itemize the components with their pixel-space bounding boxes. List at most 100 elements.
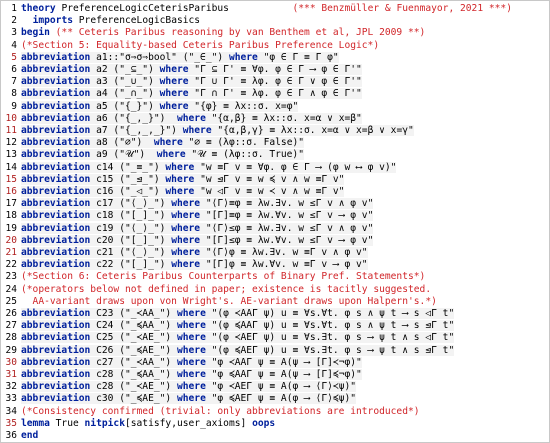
code-line[interactable]: 9 abbreviation a5 ("{_}") where "{φ} ≡ λx… xyxy=(1,100,549,113)
line-number: 1 xyxy=(1,3,17,15)
code-line[interactable]: 13 abbreviation a9 ("𝒰") where "𝒰 ≡ (λφ::… xyxy=(1,149,549,162)
code-line[interactable]: 23 (*Section 6: Ceteris Paribus Counterpa… xyxy=(1,271,549,284)
code-line[interactable]: 33 abbreviation c30 ("_≼AE_") where "φ ≼A… xyxy=(1,393,549,406)
code-line[interactable]: 7 abbreviation a3 ("_∪_") where "Γ ∪ Γ' ≡… xyxy=(1,76,549,89)
keyword: where xyxy=(156,149,192,161)
code-line[interactable]: 17 abbreviation c17 ("⟨_⟩_") where "⟨Γ⟩≡φ… xyxy=(1,198,549,211)
code-line[interactable]: 2 imports PreferenceLogicBasics xyxy=(1,15,549,28)
code-text: "w ◁Γ v ≡ w ≺ v ∧ w ≡Γ v" xyxy=(200,186,345,197)
comment: (*Section 5: Equality-based Ceteris Pari… xyxy=(21,39,380,51)
code-line[interactable]: 34 (*Consistency confirmed (trivial: only… xyxy=(1,405,549,418)
line-number: 9 xyxy=(1,100,17,113)
code-line[interactable]: 31 abbreviation c28 ("_≼AA_") where "φ ≼A… xyxy=(1,369,549,381)
line-number: 20 xyxy=(1,234,17,247)
code-text: "w ⊴Γ v ≡ w ≼ v ∧ w ≡Γ v" xyxy=(200,173,345,185)
code-line[interactable]: 1 theory PreferenceLogicCeterisParibus (*… xyxy=(1,3,549,15)
keyword: where xyxy=(159,100,195,112)
code-text: c14 ("_≡_") xyxy=(96,161,166,173)
keyword: where xyxy=(165,173,201,185)
keyword: where xyxy=(176,369,212,380)
code-text: "φ ≼AEΓ ψ ≡ A(φ ⟶ ⟨Γ⟩≼ψ)" xyxy=(211,393,357,405)
code-text: PreferenceLogicCeterisParibus xyxy=(61,3,229,14)
code-text: c18 ("[_]_") xyxy=(96,210,172,222)
code-text: a1::"σ⇒σ⇒bool" ("_∈_") xyxy=(96,51,229,63)
code-line[interactable]: 10 abbreviation a6 ("{_,_}") where "{α,β}… xyxy=(1,112,549,125)
code-line[interactable]: 12 abbreviation a8 ("∅") where "∅ ≡ (λφ::… xyxy=(1,137,549,150)
code-line[interactable]: 27 abbreviation C24 ("_≼AA_") where "(φ ≼… xyxy=(1,320,549,333)
code-line[interactable]: 15 abbreviation c15 ("_⊴_") where "w ⊴Γ v… xyxy=(1,173,549,186)
line-number: 29 xyxy=(1,344,17,357)
code-line[interactable]: 25 AA-variant draws upon von Wright's. A… xyxy=(1,295,549,308)
code-text: True xyxy=(55,417,85,429)
code-content: abbreviation a7 ("{_,_,_}") where "{α,β,… xyxy=(21,125,549,137)
code-text: c28 ("_≼AA_") xyxy=(96,369,177,380)
code-content: abbreviation c21 ("⟨_⟩_") where "⟨Γ⟩φ ≡ … xyxy=(21,247,549,259)
code-line[interactable]: 26 abbreviation C23 ("_≺AA_") where "(φ ≺… xyxy=(1,308,549,320)
code-text: "∅ ≡ (λφ::σ. False)" xyxy=(188,137,305,149)
line-number: 13 xyxy=(1,149,17,162)
code-line[interactable]: 20 abbreviation c20 ("[_]_") where "[Γ]≤φ… xyxy=(1,234,549,247)
line-number: 7 xyxy=(1,76,17,89)
code-line[interactable]: 24 (*operators below not defined in paper… xyxy=(1,283,549,296)
theory-editor[interactable]: 1 theory PreferenceLogicCeterisParibus (*… xyxy=(0,0,550,443)
line-number: 34 xyxy=(1,405,17,418)
code-content: abbreviation a2 ("_⊆_") where "Γ ⊆ Γ' ≡ … xyxy=(21,64,549,76)
code-line[interactable]: 8 abbreviation a4 ("_∩_") where "Γ ∩ Γ' ≡… xyxy=(1,88,549,101)
code-content: (*Section 6: Ceteris Paribus Counterpart… xyxy=(21,271,549,283)
code-line[interactable]: 22 abbreviation c22 ("[_]_") where "[Γ]φ … xyxy=(1,259,549,272)
keyword: abbreviation xyxy=(21,210,97,222)
keyword: where xyxy=(159,88,195,100)
code-line[interactable]: 11 abbreviation a7 ("{_,_,_}") where "{α,… xyxy=(1,125,549,137)
code-line[interactable]: 18 abbreviation c18 ("[_]_") where "[Γ]≡φ… xyxy=(1,210,549,223)
code-text: "Γ ⊆ Γ' ≡ ∀φ. φ ∈ Γ ⟶ φ ∈ Γ'" xyxy=(194,64,362,75)
code-line[interactable]: 14 abbreviation c14 ("_≡_") where "w ≡Γ v… xyxy=(1,161,549,174)
code-line[interactable]: 29 abbreviation C26 ("_≼AE_") where "(φ ≼… xyxy=(1,344,549,357)
code-text: "φ ∈ Γ ≡ Γ φ" xyxy=(263,51,339,63)
code-line[interactable]: 3 begin (** Ceteris Paribus reasoning by … xyxy=(1,27,549,40)
keyword: nitpick xyxy=(84,417,125,429)
code-text: c28 ("_≺AE_") xyxy=(96,381,177,393)
code-text: "{α,β} ≡ λx::σ. x=α ∨ x=β" xyxy=(211,112,362,124)
code-text: a4 ("_∩_") xyxy=(96,88,160,100)
code-line[interactable]: 21 abbreviation c21 ("⟨_⟩_") where "⟨Γ⟩φ … xyxy=(1,247,549,259)
line-number: 18 xyxy=(1,210,17,223)
line-number: 4 xyxy=(1,39,17,52)
line-number: 27 xyxy=(1,320,17,333)
code-line[interactable]: 30 abbreviation c27 ("_≺AA_") where "φ ≺A… xyxy=(1,356,549,369)
line-number: 35 xyxy=(1,417,17,430)
keyword: abbreviation xyxy=(21,247,97,258)
keyword: where xyxy=(176,356,212,368)
line-number: 23 xyxy=(1,271,17,284)
line-number: 17 xyxy=(1,198,17,211)
line-number: 10 xyxy=(1,112,17,125)
code-line[interactable]: 19 abbreviation c19 ("⟨_⟩_") where "⟨Γ⟩≤φ… xyxy=(1,222,549,235)
code-line[interactable]: 16 abbreviation c16 ("_◁_") where "w ◁Γ v… xyxy=(1,186,549,198)
code-text: c21 ("⟨_⟩_") xyxy=(96,247,172,258)
code-text: C23 ("_≺AA_") xyxy=(96,308,177,319)
code-text: "[Γ]≡φ ≡ λw.∀v. w ≤Γ v ⟶ φ v" xyxy=(205,210,374,222)
code-line[interactable]: 4 (*Section 5: Equality-based Ceteris Par… xyxy=(1,39,549,52)
line-number: 19 xyxy=(1,222,17,235)
code-content: abbreviation c15 ("_⊴_") where "w ⊴Γ v ≡… xyxy=(21,173,549,186)
code-line[interactable]: 32 abbreviation c28 ("_≺AE_") where "φ ≺A… xyxy=(1,381,549,394)
code-line[interactable]: 28 abbreviation C25 ("_≺AE_") where "(φ ≺… xyxy=(1,332,549,345)
keyword: where xyxy=(165,161,201,173)
keyword: where xyxy=(171,247,206,258)
line-number: 32 xyxy=(1,381,17,394)
code-content: abbreviation c18 ("[_]_") where "[Γ]≡φ ≡… xyxy=(21,210,549,222)
code-content: (*operators below not defined in paper; … xyxy=(21,284,549,296)
keyword: abbreviation xyxy=(21,332,97,344)
code-line[interactable]: 6 abbreviation a2 ("_⊆_") where "Γ ⊆ Γ' ≡… xyxy=(1,64,549,76)
code-line[interactable]: 36 end xyxy=(1,430,549,442)
line-number: 2 xyxy=(1,15,17,28)
code-line[interactable]: 5 abbreviation a1::"σ⇒σ⇒bool" ("_∈_") whe… xyxy=(1,51,549,64)
keyword: abbreviation xyxy=(21,64,97,75)
code-content: abbreviation a4 ("_∩_") where "Γ ∩ Γ' ≡ … xyxy=(21,88,549,100)
code-content: abbreviation a5 ("{_}") where "{φ} ≡ λx:… xyxy=(21,100,549,113)
line-number: 11 xyxy=(1,125,17,137)
code-content: abbreviation c17 ("⟨_⟩_") where "⟨Γ⟩≡φ ≡… xyxy=(21,198,549,210)
code-line[interactable]: 35 lemma True nitpick[satisfy,user_axioms… xyxy=(1,417,549,430)
line-number: 5 xyxy=(1,51,17,64)
keyword: where xyxy=(159,76,195,88)
